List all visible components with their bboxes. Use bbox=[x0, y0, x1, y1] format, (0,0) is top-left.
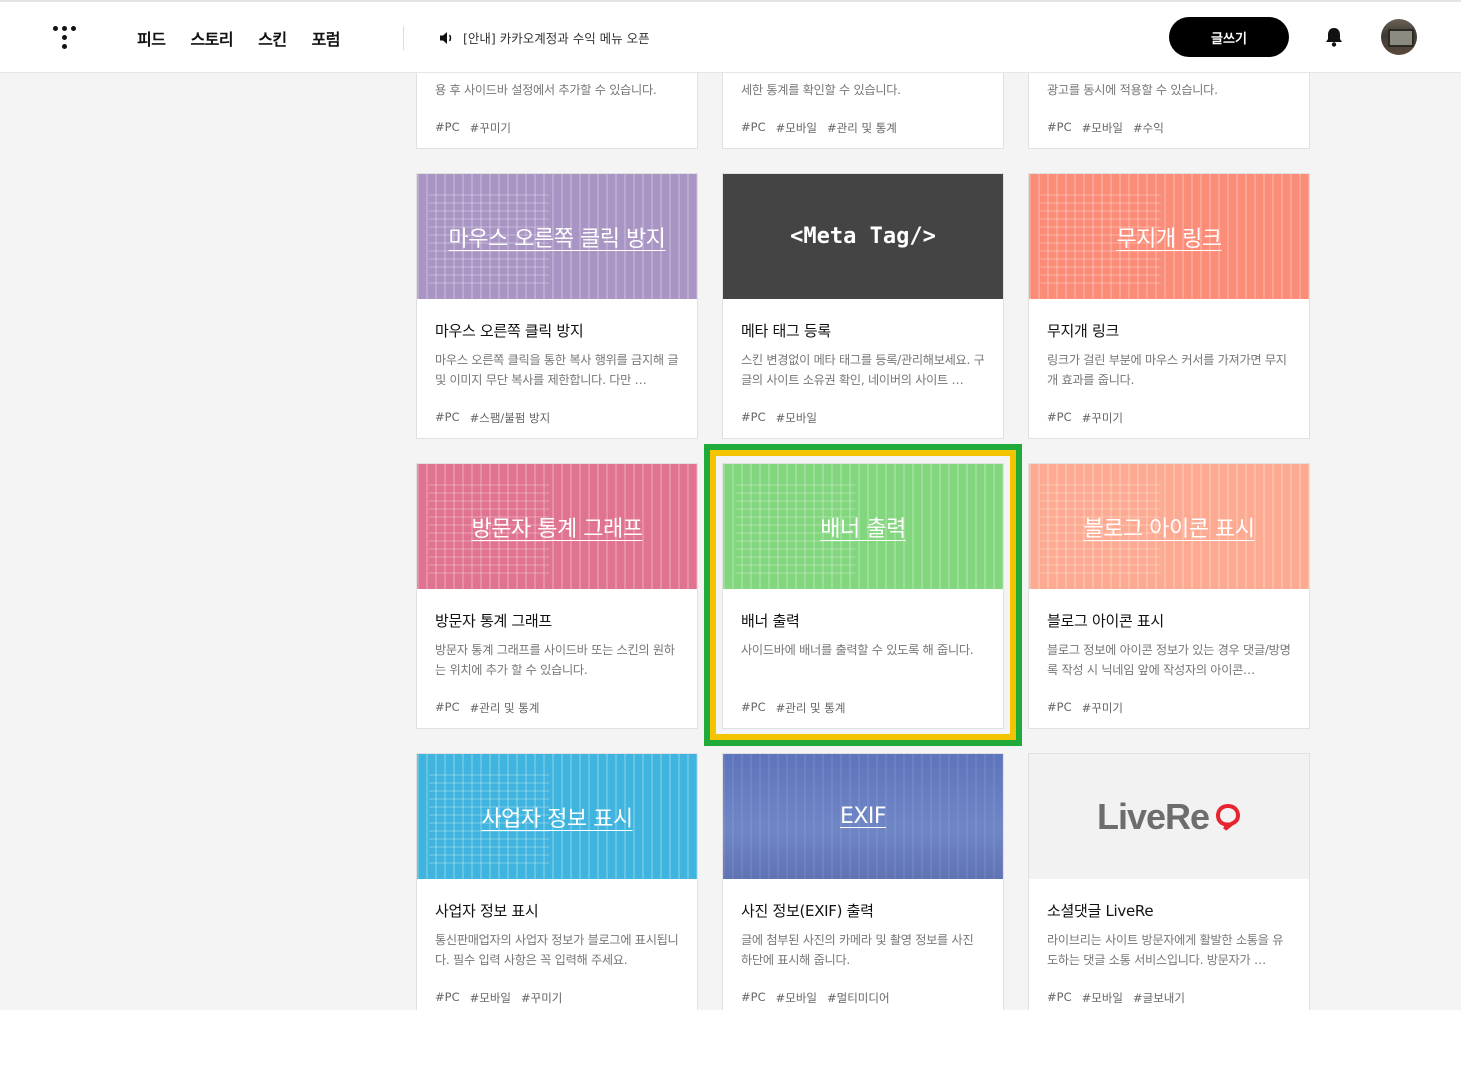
tag[interactable]: #꾸미기 bbox=[1082, 700, 1123, 716]
divider bbox=[403, 26, 404, 50]
tistory-logo-icon[interactable] bbox=[50, 24, 80, 50]
card-thumbnail: EXIF bbox=[723, 754, 1003, 879]
site-header: 피드 스토리 스킨 포럼 [안내] 카카오계정과 수익 메뉴 오픈 글쓰기 bbox=[0, 2, 1461, 73]
card-description: 방문자 통계 그래프를 사이드바 또는 스킨의 원하는 위치에 추가 할 수 있… bbox=[435, 643, 675, 677]
card-description: 마우스 오른쪽 클릭을 통한 복사 행위를 금지해 글 및 이미지 무단 복사를… bbox=[435, 353, 679, 387]
nav-skin[interactable]: 스킨 bbox=[258, 26, 287, 50]
card-thumbnail: 무지개 링크 bbox=[1029, 174, 1309, 299]
tag[interactable]: #꾸미기 bbox=[1082, 410, 1123, 426]
card-tags: #PC #꾸미기 bbox=[1047, 700, 1123, 716]
card-thumbnail: 블로그 아이콘 표시 bbox=[1029, 464, 1309, 589]
card-tags: #PC #모바일 #글보내기 bbox=[1047, 990, 1185, 1006]
tag[interactable]: #PC bbox=[1047, 700, 1072, 716]
card-description: 링크가 걸린 부분에 마우스 커서를 가져가면 무지개 효과를 줍니다. bbox=[1047, 353, 1287, 387]
plugin-card-meta-tag[interactable]: <Meta Tag/> 메타 태그 등록 스킨 변경없이 메타 태그를 등록/관… bbox=[722, 173, 1004, 439]
speaker-icon bbox=[440, 31, 452, 44]
nav-story[interactable]: 스토리 bbox=[190, 26, 233, 50]
card-description: 세한 통계를 확인할 수 있습니다. bbox=[741, 83, 901, 97]
card-tags: #PC #모바일 #멀티미디어 bbox=[741, 990, 890, 1006]
card-thumbnail: 마우스 오른쪽 클릭 방지 bbox=[417, 174, 697, 299]
tag[interactable]: #PC bbox=[1047, 410, 1072, 426]
card-description: 블로그 정보에 아이콘 정보가 있는 경우 댓글/방명록 작성 시 닉네임 앞에… bbox=[1047, 643, 1291, 677]
plugin-card[interactable]: 세한 통계를 확인할 수 있습니다. #PC #모바일 #관리 및 통계 bbox=[722, 73, 1004, 149]
card-tags: #PC #모바일 #수익 bbox=[1047, 120, 1164, 135]
plugin-card-blog-icon[interactable]: 블로그 아이콘 표시 블로그 아이콘 표시 블로그 정보에 아이콘 정보가 있는… bbox=[1028, 463, 1310, 729]
card-description: 스킨 변경없이 메타 태그를 등록/관리해보세요. 구글의 사이트 소유권 확인… bbox=[741, 353, 985, 387]
card-title: 사업자 정보 표시 bbox=[435, 902, 539, 920]
card-description: 광고를 동시에 적용할 수 있습니다. bbox=[1047, 83, 1218, 97]
plugin-card-livere[interactable]: LiveRe 소셜댓글 LiveRe 라이브리는 사이트 방문자에게 활발한 소… bbox=[1028, 753, 1310, 1010]
card-title: 메타 태그 등록 bbox=[741, 322, 831, 340]
card-thumbnail: 사업자 정보 표시 bbox=[417, 754, 697, 879]
highlight-inner bbox=[710, 450, 1016, 740]
plugin-card[interactable]: 용 후 사이드바 설정에서 추가할 수 있습니다. #PC #꾸미기 bbox=[416, 73, 698, 149]
page-bottom bbox=[0, 1010, 1461, 1089]
nav-feed[interactable]: 피드 bbox=[137, 26, 166, 50]
tag[interactable]: #스팸/불펌 방지 bbox=[470, 410, 551, 426]
card-description: 용 후 사이드바 설정에서 추가할 수 있습니다. bbox=[435, 83, 657, 97]
plugin-card-right-click-block[interactable]: 마우스 오른쪽 클릭 방지 마우스 오른쪽 클릭 방지 마우스 오른쪽 클릭을 … bbox=[416, 173, 698, 439]
tag[interactable]: #모바일 bbox=[776, 410, 817, 426]
card-tags: #PC #모바일 #꾸미기 bbox=[435, 990, 562, 1006]
card-tags: #PC #모바일 #관리 및 통계 bbox=[741, 120, 897, 135]
tag[interactable]: #멀티미디어 bbox=[827, 990, 890, 1006]
card-description: 통신판매업자의 사업자 정보가 블로그에 표시됩니다. 필수 입력 사항은 꼭 … bbox=[435, 933, 679, 967]
avatar[interactable] bbox=[1381, 19, 1417, 55]
plugin-card-rainbow-link[interactable]: 무지개 링크 무지개 링크 링크가 걸린 부분에 마우스 커서를 가져가면 무지… bbox=[1028, 173, 1310, 439]
card-title: 마우스 오른쪽 클릭 방지 bbox=[435, 322, 584, 340]
tag[interactable]: #PC bbox=[1047, 990, 1072, 1006]
livere-logo: LiveRe bbox=[1097, 796, 1241, 838]
notice-text: [안내] 카카오계정과 수익 메뉴 오픈 bbox=[463, 31, 650, 46]
bell-icon[interactable] bbox=[1324, 26, 1344, 48]
plugin-card-visitor-graph[interactable]: 방문자 통계 그래프 방문자 통계 그래프 방문자 통계 그래프를 사이드바 또… bbox=[416, 463, 698, 729]
card-thumbnail: LiveRe bbox=[1029, 754, 1309, 879]
plugin-card[interactable]: 광고를 동시에 적용할 수 있습니다. #PC #모바일 #수익 bbox=[1028, 73, 1310, 149]
card-tags: #PC #꾸미기 bbox=[1047, 410, 1123, 426]
plugin-card-exif[interactable]: EXIF 사진 정보(EXIF) 출력 글에 첨부된 사진의 카메라 및 촬영 … bbox=[722, 753, 1004, 1010]
card-tags: #PC #모바일 bbox=[741, 410, 817, 426]
tag[interactable]: #모바일 bbox=[1082, 990, 1123, 1006]
card-title: 소셜댓글 LiveRe bbox=[1047, 902, 1154, 920]
card-tags: #PC #관리 및 통계 bbox=[435, 700, 539, 716]
card-tags: #PC #꾸미기 bbox=[435, 120, 511, 135]
tag[interactable]: #모바일 bbox=[470, 990, 511, 1006]
card-title: 블로그 아이콘 표시 bbox=[1047, 612, 1164, 630]
tag[interactable]: #모바일 bbox=[776, 990, 817, 1006]
main-nav: 피드 스토리 스킨 포럼 bbox=[137, 26, 341, 50]
card-description: 라이브리는 사이트 방문자에게 활발한 소통을 유도하는 댓글 소통 서비스입니… bbox=[1047, 933, 1284, 967]
notice-banner[interactable]: [안내] 카카오계정과 수익 메뉴 오픈 bbox=[439, 28, 650, 47]
tag[interactable]: #PC bbox=[741, 990, 766, 1006]
tag[interactable]: #PC bbox=[435, 700, 460, 716]
write-button[interactable]: 글쓰기 bbox=[1169, 17, 1289, 57]
card-title: 방문자 통계 그래프 bbox=[435, 612, 552, 630]
tag[interactable]: #글보내기 bbox=[1133, 990, 1185, 1006]
card-tags: #PC #스팸/불펌 방지 bbox=[435, 410, 550, 426]
tag[interactable]: #PC bbox=[741, 410, 766, 426]
card-thumbnail: <Meta Tag/> bbox=[723, 174, 1003, 299]
tag[interactable]: #꾸미기 bbox=[521, 990, 562, 1006]
card-thumbnail: 방문자 통계 그래프 bbox=[417, 464, 697, 589]
tag[interactable]: #PC bbox=[435, 410, 460, 426]
speech-bubble-icon bbox=[1216, 803, 1241, 831]
tag[interactable]: #PC bbox=[435, 990, 460, 1006]
plugin-card-business-info[interactable]: 사업자 정보 표시 사업자 정보 표시 통신판매업자의 사업자 정보가 블로그에… bbox=[416, 753, 698, 1010]
nav-forum[interactable]: 포럼 bbox=[312, 26, 341, 50]
card-description: 글에 첨부된 사진의 카메라 및 촬영 정보를 사진 하단에 표시해 줍니다. bbox=[741, 933, 974, 967]
tag[interactable]: #관리 및 통계 bbox=[470, 700, 540, 716]
card-title: 사진 정보(EXIF) 출력 bbox=[741, 902, 874, 920]
card-title: 무지개 링크 bbox=[1047, 322, 1119, 340]
